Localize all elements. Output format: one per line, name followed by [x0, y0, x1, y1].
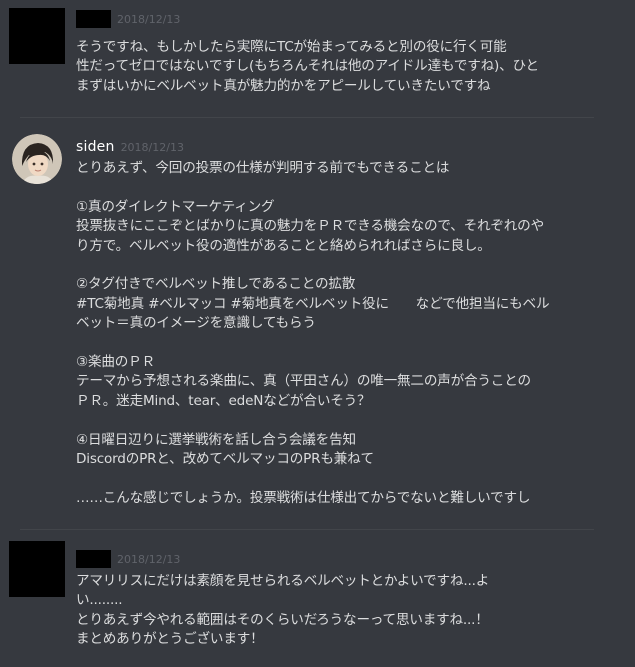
username-redacted[interactable] [76, 550, 111, 568]
avatar-siden[interactable] [12, 134, 62, 184]
timestamp: 2018/12/13 [120, 140, 184, 154]
message-header: siden 2018/12/13 [76, 137, 184, 157]
message-header: 2018/12/13 [76, 9, 180, 29]
avatar-redacted[interactable] [9, 541, 65, 597]
message-text: そうですね、もしかしたら実際にTCが始まってみると別の役に行く可能 性だってゼロ… [76, 39, 539, 94]
message-divider [20, 117, 594, 118]
username-redacted[interactable] [76, 10, 111, 28]
message-header: 2018/12/13 [76, 549, 180, 569]
avatar-redacted[interactable] [9, 8, 65, 64]
timestamp: 2018/12/13 [117, 552, 181, 566]
timestamp: 2018/12/13 [117, 12, 181, 26]
message-divider [20, 529, 594, 530]
avatar-image [12, 134, 62, 184]
username[interactable]: siden [76, 139, 115, 155]
message-text: アマリリスにだけは素顔を見せられるベルベットとかよいですね...よ い.....… [76, 573, 490, 648]
message-text: とりあえず、今回の投票の仕様が判明する前でもできることは ①真のダイレクトマーケ… [76, 160, 550, 506]
